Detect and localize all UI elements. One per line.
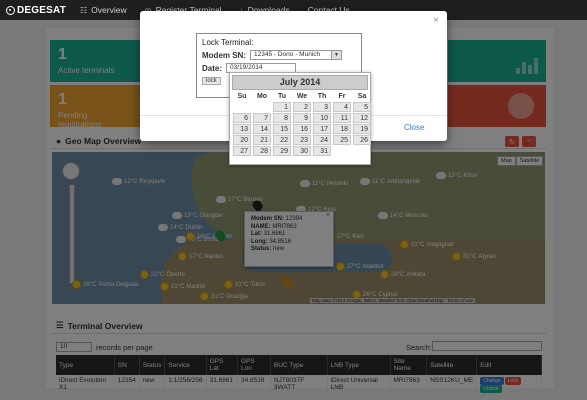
weekday-header: Tu [277, 93, 287, 100]
calendar-day[interactable]: 8 [273, 113, 291, 123]
calendar-day[interactable]: 1 [273, 102, 291, 112]
calendar-day[interactable]: 6 [233, 113, 251, 123]
calendar-day[interactable]: 21 [253, 135, 271, 145]
calendar-day[interactable]: 17 [313, 124, 331, 134]
modem-row: Modem SN: 12345 - Dono - Munich ▼ [202, 50, 356, 60]
calendar-day[interactable]: 20 [233, 135, 251, 145]
calendar-day[interactable]: 19 [353, 124, 371, 134]
calendar-day[interactable]: 27 [233, 146, 251, 156]
calendar-day[interactable]: 30 [293, 146, 311, 156]
date-label: Date: [202, 63, 223, 73]
calendar-day[interactable]: 7 [253, 113, 271, 123]
nav-item-overview[interactable]: ☷ Overview [80, 5, 127, 15]
date-picker: July 2014 Su Mo Tu We Th Fr Sa 1 2 3 4 5 6 7 8 9 10 11 12 1… [229, 72, 371, 165]
brand-name: DEGESAT [17, 4, 66, 16]
grid-icon: ☷ [80, 5, 88, 15]
close-button[interactable]: Close [404, 123, 424, 132]
weekday-header: Fr [338, 93, 346, 100]
calendar-day[interactable]: 26 [353, 135, 371, 145]
date-picker-grid: Su Mo Tu We Th Fr Sa 1 2 3 4 5 6 7 8 9 10 11 12 13 14 15 16 17 1… [232, 92, 371, 156]
calendar-day[interactable]: 29 [273, 146, 291, 156]
calendar-day[interactable]: 28 [253, 146, 271, 156]
brand[interactable]: DEGESAT [0, 5, 66, 16]
modem-label: Modem SN: [202, 50, 246, 60]
calendar-day[interactable]: 2 [293, 102, 311, 112]
calendar-day[interactable]: 22 [273, 135, 291, 145]
weekday-header: Sa [357, 93, 367, 100]
lock-submit-button[interactable]: lock [202, 77, 221, 85]
calendar-day[interactable]: 14 [253, 124, 271, 134]
weekday-header: Th [317, 93, 327, 100]
nav-item-label: Overview [91, 5, 127, 15]
modem-select-value: 12345 - Dono - Munich [254, 51, 321, 58]
calendar-day[interactable]: 10 [313, 113, 331, 123]
empty-day-cell [253, 102, 271, 112]
calendar-day[interactable]: 4 [333, 102, 351, 112]
calendar-day[interactable]: 11 [333, 113, 351, 123]
calendar-day[interactable]: 31 [313, 146, 331, 156]
close-icon[interactable]: × [433, 15, 439, 26]
chevron-down-icon[interactable]: ▼ [331, 51, 341, 59]
weekday-header: Mo [256, 93, 268, 100]
weekday-header: We [296, 93, 308, 100]
calendar-day[interactable]: 13 [233, 124, 251, 134]
calendar-day[interactable]: 9 [293, 113, 311, 123]
calendar-day[interactable]: 18 [333, 124, 351, 134]
calendar-day[interactable]: 15 [273, 124, 291, 134]
brand-logo-icon [6, 5, 15, 15]
weekday-header: Su [237, 93, 247, 100]
calendar-day[interactable]: 24 [313, 135, 331, 145]
modem-select[interactable]: 12345 - Dono - Munich ▼ [250, 50, 342, 60]
empty-day-cell [233, 102, 251, 112]
calendar-day[interactable]: 16 [293, 124, 311, 134]
date-picker-month-title: July 2014 [232, 75, 368, 90]
lock-terminal-heading: Lock Terminal: [202, 38, 254, 47]
calendar-day[interactable]: 12 [353, 113, 371, 123]
calendar-day[interactable]: 25 [333, 135, 351, 145]
calendar-day[interactable]: 3 [313, 102, 331, 112]
calendar-day[interactable]: 5 [353, 102, 371, 112]
calendar-day[interactable]: 23 [293, 135, 311, 145]
